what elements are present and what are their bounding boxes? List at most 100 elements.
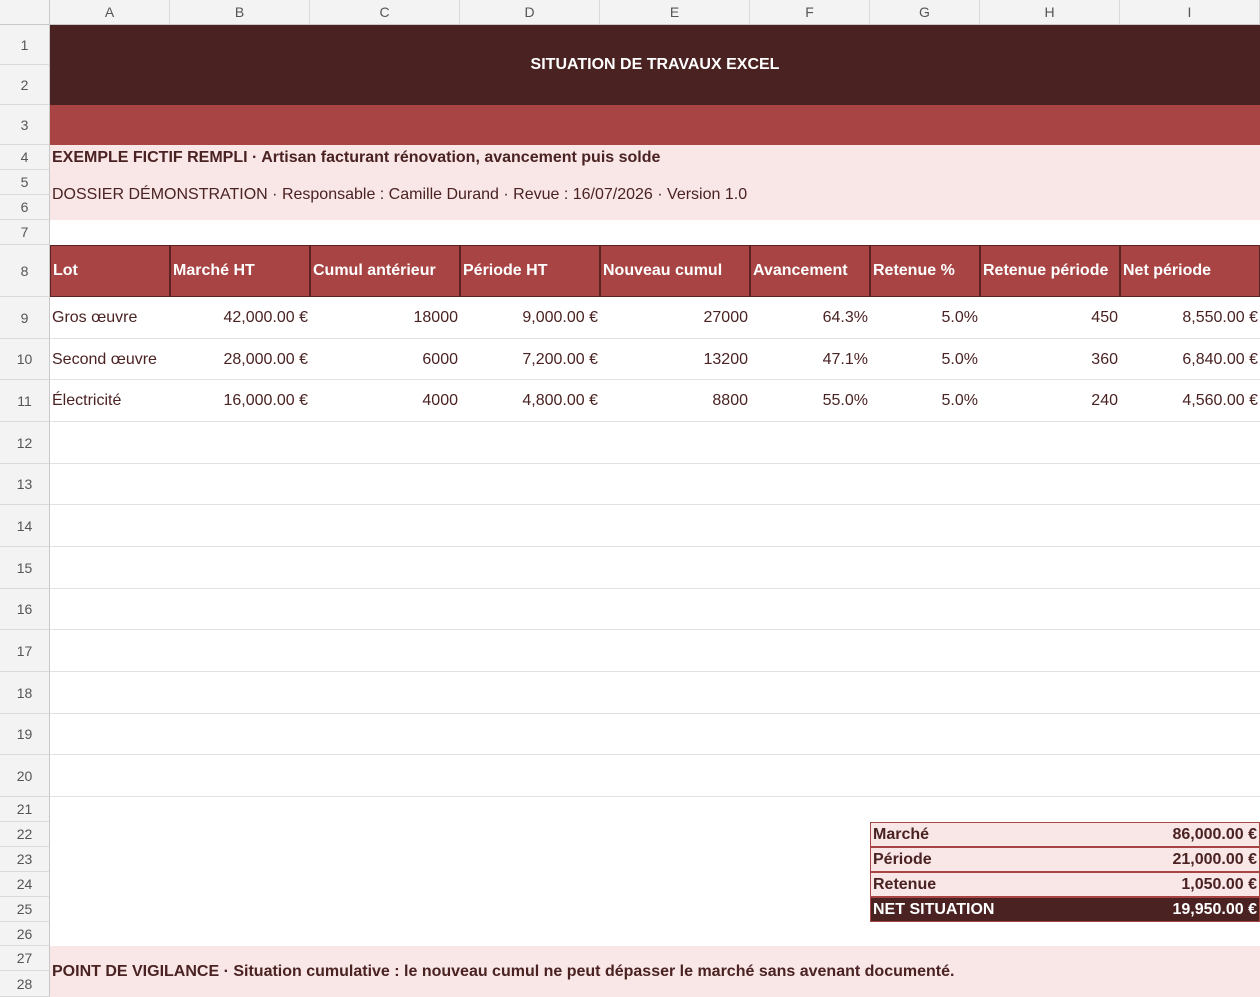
row-header-2[interactable]: 2 xyxy=(0,65,50,105)
table-cell[interactable]: Gros œuvre xyxy=(50,297,170,339)
row-header-25[interactable]: 25 xyxy=(0,897,50,922)
column-header-g[interactable]: G xyxy=(870,0,980,25)
row-header-6[interactable]: 6 xyxy=(0,195,50,220)
column-header-e[interactable]: E xyxy=(600,0,750,25)
table-header-cell[interactable]: Nouveau cumul xyxy=(600,245,750,297)
table-cell[interactable]: Électricité xyxy=(50,380,170,422)
gridline xyxy=(50,588,1260,589)
column-header-d[interactable]: D xyxy=(460,0,600,25)
table-cell[interactable]: 13200 xyxy=(600,339,750,380)
table-cell[interactable]: 7,200.00 € xyxy=(460,339,600,380)
summary-row[interactable]: Retenue 1,050.00 € xyxy=(870,872,1260,897)
table-header-cell[interactable]: Marché HT xyxy=(170,245,310,297)
table-header-cell[interactable]: Net période xyxy=(1120,245,1260,297)
table-cell[interactable]: 5.0% xyxy=(870,297,980,339)
table-cell[interactable]: 5.0% xyxy=(870,339,980,380)
row-header-10[interactable]: 10 xyxy=(0,339,50,380)
spreadsheet[interactable]: ABCDEFGHI 1 2 3 4 5 6 7 8 9 10 11 12 13 14 15 16 17 18 19 2… xyxy=(0,0,1260,997)
table-cell[interactable]: 18000 xyxy=(310,297,460,339)
row-header-13[interactable]: 13 xyxy=(0,464,50,505)
table-cell[interactable]: 64.3% xyxy=(750,297,870,339)
row-header-9[interactable]: 9 xyxy=(0,297,50,339)
gridline xyxy=(50,629,1260,630)
gridline xyxy=(50,671,1260,672)
table-header-cell[interactable]: Avancement xyxy=(750,245,870,297)
row-header-7[interactable]: 7 xyxy=(0,220,50,245)
summary-row[interactable]: Période 21,000.00 € xyxy=(870,847,1260,872)
table-header-cell[interactable]: Période HT xyxy=(460,245,600,297)
title-band[interactable]: SITUATION DE TRAVAUX EXCEL xyxy=(50,25,1260,105)
row-header-16[interactable]: 16 xyxy=(0,589,50,630)
info-line-text: DOSSIER DÉMONSTRATION · Responsable : Ca… xyxy=(52,186,748,203)
column-header-h[interactable]: H xyxy=(980,0,1120,25)
table-header-cell[interactable]: Retenue % xyxy=(870,245,980,297)
row-header-14[interactable]: 14 xyxy=(0,505,50,547)
row-header-24[interactable]: 24 xyxy=(0,872,50,897)
row-header-5[interactable]: 5 xyxy=(0,170,50,195)
summary-label: Retenue xyxy=(873,875,937,893)
summary-label: Marché xyxy=(873,825,930,843)
column-header-b[interactable]: B xyxy=(170,0,310,25)
summary-row[interactable]: Marché 86,000.00 € xyxy=(870,822,1260,847)
table-header-cell[interactable]: Retenue période xyxy=(980,245,1120,297)
summary-value: 1,050.00 € xyxy=(1181,875,1257,893)
table-cell[interactable]: Second œuvre xyxy=(50,339,170,380)
table-cell[interactable]: 47.1% xyxy=(750,339,870,380)
table-header-cell[interactable]: Cumul antérieur xyxy=(310,245,460,297)
column-header-f[interactable]: F xyxy=(750,0,870,25)
column-header-c[interactable]: C xyxy=(310,0,460,25)
row-header-22[interactable]: 22 xyxy=(0,822,50,847)
row-header-27[interactable]: 27 xyxy=(0,946,50,971)
row-header-17[interactable]: 17 xyxy=(0,630,50,672)
table-cell[interactable]: 450 xyxy=(980,297,1120,339)
table-cell[interactable]: 9,000.00 € xyxy=(460,297,600,339)
table-cell[interactable]: 6000 xyxy=(310,339,460,380)
row-header-20[interactable]: 20 xyxy=(0,755,50,797)
row-header-4[interactable]: 4 xyxy=(0,145,50,170)
accent-band[interactable] xyxy=(50,105,1260,145)
row-header-23[interactable]: 23 xyxy=(0,847,50,872)
row-header-19[interactable]: 19 xyxy=(0,714,50,755)
gridline xyxy=(50,421,1260,422)
gridline xyxy=(50,754,1260,755)
footer-band[interactable]: POINT DE VIGILANCE · Situation cumulativ… xyxy=(50,946,1260,997)
table-cell[interactable]: 28,000.00 € xyxy=(170,339,310,380)
gridline xyxy=(50,713,1260,714)
table-cell[interactable]: 27000 xyxy=(600,297,750,339)
row-header-8[interactable]: 8 xyxy=(0,245,50,297)
table-header-cell[interactable]: Lot xyxy=(50,245,170,297)
gridline xyxy=(50,338,1260,339)
select-all-corner[interactable] xyxy=(0,0,50,25)
summary-label: NET SITUATION xyxy=(873,900,995,918)
column-header-i[interactable]: I xyxy=(1120,0,1260,25)
row-header-1[interactable]: 1 xyxy=(0,25,50,65)
gridline xyxy=(50,379,1260,380)
table-cell[interactable]: 8800 xyxy=(600,380,750,422)
row-header-18[interactable]: 18 xyxy=(0,672,50,714)
table-cell[interactable]: 360 xyxy=(980,339,1120,380)
table-cell[interactable]: 4000 xyxy=(310,380,460,422)
row-header-15[interactable]: 15 xyxy=(0,547,50,589)
row-header-26[interactable]: 26 xyxy=(0,922,50,946)
table-cell[interactable]: 55.0% xyxy=(750,380,870,422)
table-cell[interactable]: 4,560.00 € xyxy=(1120,380,1260,422)
gridline xyxy=(50,796,1260,797)
table-cell[interactable]: 240 xyxy=(980,380,1120,422)
gridline xyxy=(50,463,1260,464)
row-header-12[interactable]: 12 xyxy=(0,422,50,464)
row-header-28[interactable]: 28 xyxy=(0,971,50,997)
row-header-21[interactable]: 21 xyxy=(0,797,50,822)
table-cell[interactable]: 5.0% xyxy=(870,380,980,422)
table-cell[interactable]: 16,000.00 € xyxy=(170,380,310,422)
column-header-a[interactable]: A xyxy=(50,0,170,25)
row-header-11[interactable]: 11 xyxy=(0,380,50,422)
net-situation-row[interactable]: NET SITUATION 19,950.00 € xyxy=(870,897,1260,922)
table-cell[interactable]: 6,840.00 € xyxy=(1120,339,1260,380)
gridline xyxy=(50,504,1260,505)
subtitle-text: EXEMPLE FICTIF REMPLI · Artisan facturan… xyxy=(52,149,661,166)
row-header-3[interactable]: 3 xyxy=(0,105,50,145)
table-cell[interactable]: 4,800.00 € xyxy=(460,380,600,422)
table-cell[interactable]: 8,550.00 € xyxy=(1120,297,1260,339)
info-band[interactable]: EXEMPLE FICTIF REMPLI · Artisan facturan… xyxy=(50,145,1260,220)
table-cell[interactable]: 42,000.00 € xyxy=(170,297,310,339)
